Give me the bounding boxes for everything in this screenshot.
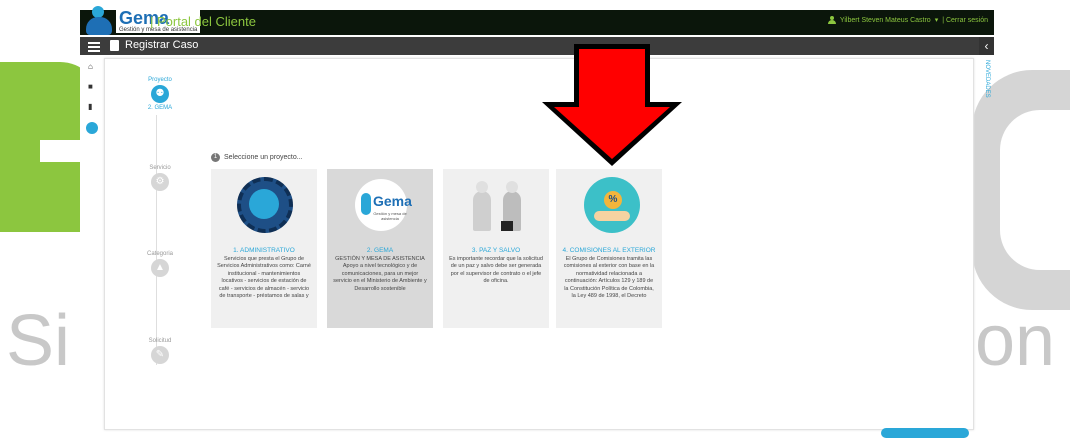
project-card-administrativo[interactable]: 1. ADMINISTRATIVO Servicios que presta e…	[211, 169, 317, 328]
step-project[interactable]: Proyecto ⚉ 2. GEMA	[140, 77, 180, 111]
page-title: Registrar Caso	[125, 39, 199, 51]
project-card-comisiones[interactable]: % 4. COMISIONES AL EXTERIOR El Grupo de …	[556, 169, 662, 328]
step-request[interactable]: Solicitud ✎	[140, 338, 180, 364]
page-toolbar	[80, 37, 994, 55]
card-subtitle: GESTIÓN Y MESA DE ASISTENCIA	[335, 256, 425, 262]
help-chat-button[interactable]	[881, 428, 969, 438]
watermark-right-text: on	[975, 301, 1056, 381]
step-label: Solicitud	[148, 338, 172, 344]
chevron-down-icon[interactable]: ▾	[935, 16, 939, 24]
step-label: Servicio	[149, 165, 171, 171]
service-icon: ⚙	[151, 173, 169, 191]
request-icon: ✎	[151, 346, 169, 364]
card-description: GESTIÓN Y MESA DE ASISTENCIA Apoyo a niv…	[327, 254, 433, 320]
logout-link[interactable]: | Cerrar sesión	[942, 17, 988, 24]
trash-icon[interactable]: ■	[88, 82, 93, 91]
prompt-text: Seleccione un proyecto...	[224, 154, 303, 161]
percent-coin: %	[604, 191, 622, 209]
card-description: El Grupo de Comisiones tramita las comis…	[563, 256, 655, 300]
document-icon	[110, 40, 119, 51]
gema-badge-title: Gema	[373, 193, 412, 209]
handshake-icon	[461, 177, 531, 239]
stepper-line	[156, 115, 157, 365]
sidebar-rail	[80, 55, 100, 436]
card-description-text: Apoyo a nivel tecnológico y de comunicac…	[333, 263, 427, 292]
step-label: Categoria	[146, 251, 173, 257]
card-title: 1. ADMINISTRATIVO	[233, 247, 295, 254]
card-description: Es importante recordar que la solicitud …	[449, 256, 543, 285]
home-icon[interactable]: ⌂	[88, 62, 93, 71]
red-down-arrow-icon	[542, 44, 682, 166]
background-right-shape-inner	[1000, 110, 1070, 270]
prompt-number-badge: 1	[211, 153, 220, 162]
step-service[interactable]: Servicio ⚙	[140, 165, 180, 191]
active-dot-icon[interactable]	[86, 122, 98, 134]
card-description: Servicios que presta el Grupo de Servici…	[217, 256, 311, 300]
gema-logo-icon	[84, 6, 114, 36]
select-project-prompt: 1 Seleccione un proyecto...	[211, 153, 303, 162]
gema-badge-icon: Gema Gestión y mesa de asistencia	[345, 177, 415, 239]
card-title: 2. GEMA	[366, 247, 394, 254]
step-category[interactable]: Categoria ▲	[140, 251, 180, 277]
administrativo-gear-icon	[229, 177, 299, 239]
collapse-panel-button[interactable]: ‹	[979, 37, 994, 55]
novedades-tab[interactable]: NOVEDADES	[974, 60, 990, 120]
card-title: 4. COMISIONES AL EXTERIOR	[562, 247, 656, 254]
category-icon: ▲	[151, 259, 169, 277]
money-hand-icon: %	[574, 177, 644, 239]
step-sub-label: 2. GEMA	[147, 105, 173, 111]
menu-icon[interactable]	[88, 40, 100, 54]
watermark-left-text: Si	[6, 301, 71, 381]
gema-badge-sub: Gestión y mesa de asistencia	[373, 211, 407, 221]
user-name-menu[interactable]: Yilbert Steven Mateus Castro	[840, 17, 931, 24]
project-card-paz-y-salvo[interactable]: 3. PAZ Y SALVO Es importante recordar qu…	[443, 169, 549, 328]
user-icon	[827, 16, 836, 24]
project-card-gema[interactable]: Gema Gestión y mesa de asistencia 2. GEM…	[327, 169, 433, 328]
book-icon[interactable]: ▮	[88, 102, 92, 111]
portal-title: | Portal del Cliente	[150, 14, 256, 29]
project-icon: ⚉	[151, 85, 169, 103]
user-area: Yilbert Steven Mateus Castro ▾ | Cerrar …	[827, 16, 988, 24]
step-label: Proyecto	[148, 77, 172, 83]
card-title: 3. PAZ Y SALVO	[471, 247, 521, 254]
